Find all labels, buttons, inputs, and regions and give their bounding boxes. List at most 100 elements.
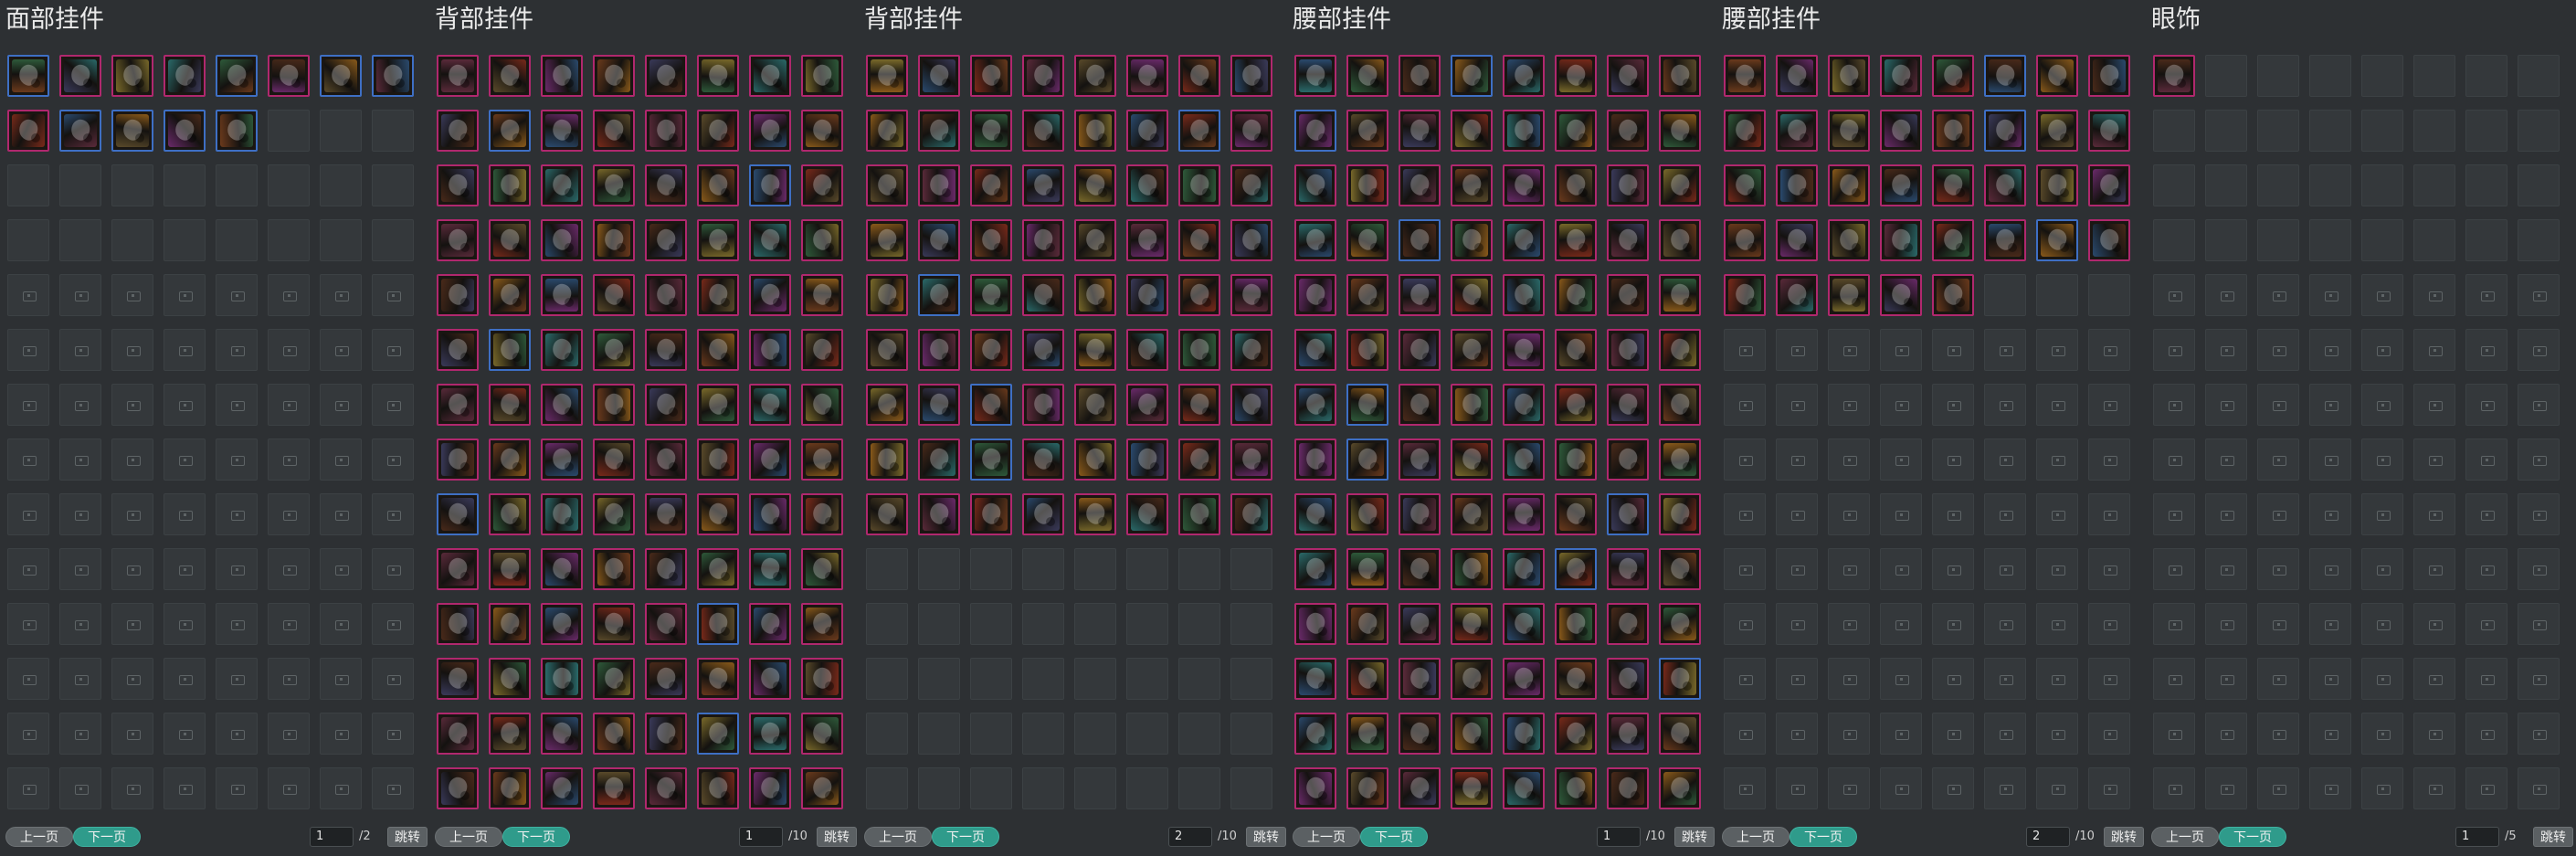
- pendant-item-slot[interactable]: [1451, 55, 1493, 97]
- page-number-input[interactable]: 2: [1168, 827, 1212, 847]
- pendant-item-slot[interactable]: [489, 493, 531, 535]
- pendant-item-slot[interactable]: [1776, 219, 1818, 261]
- pendant-item-slot[interactable]: [437, 164, 479, 206]
- pendant-item-slot[interactable]: [437, 603, 479, 645]
- pendant-item-slot[interactable]: [1607, 658, 1649, 700]
- pendant-item-slot[interactable]: [489, 767, 531, 809]
- pendant-item-slot[interactable]: [1178, 439, 1220, 481]
- pendant-item-slot[interactable]: [749, 439, 791, 481]
- page-number-input[interactable]: 1: [739, 827, 783, 847]
- pendant-item-slot[interactable]: [593, 767, 635, 809]
- pendant-item-slot[interactable]: [2088, 164, 2130, 206]
- pendant-item-slot[interactable]: [801, 55, 843, 97]
- pendant-item-slot[interactable]: [1932, 110, 1974, 152]
- pendant-item-slot[interactable]: [697, 493, 739, 535]
- pendant-item-slot[interactable]: [593, 439, 635, 481]
- pendant-item-slot[interactable]: [1555, 493, 1597, 535]
- pendant-item-slot[interactable]: [749, 658, 791, 700]
- pendant-item-slot[interactable]: [1776, 164, 1818, 206]
- pendant-item-slot[interactable]: [489, 439, 531, 481]
- pendant-item-slot[interactable]: [1503, 713, 1545, 755]
- pendant-item-slot[interactable]: [593, 164, 635, 206]
- pendant-item-slot[interactable]: [918, 384, 960, 426]
- empty-slot[interactable]: [111, 219, 153, 261]
- pendant-item-slot[interactable]: [697, 603, 739, 645]
- pendant-item-slot[interactable]: [970, 493, 1012, 535]
- pendant-item-slot[interactable]: [1294, 439, 1336, 481]
- prev-page-button[interactable]: 上一页: [1722, 827, 1789, 847]
- pendant-item-slot[interactable]: [1555, 767, 1597, 809]
- jump-button[interactable]: 跳转: [1674, 827, 1715, 847]
- pendant-item-slot[interactable]: [1126, 164, 1168, 206]
- pendant-item-slot[interactable]: [1555, 658, 1597, 700]
- pendant-item-slot[interactable]: [645, 329, 687, 371]
- pendant-item-slot[interactable]: [593, 329, 635, 371]
- next-page-button[interactable]: 下一页: [2219, 827, 2286, 847]
- empty-slot[interactable]: [164, 219, 206, 261]
- empty-slot[interactable]: [1126, 603, 1168, 645]
- pendant-item-slot[interactable]: [697, 110, 739, 152]
- pendant-item-slot[interactable]: [749, 219, 791, 261]
- pendant-item-slot[interactable]: [1828, 219, 1870, 261]
- pendant-item-slot[interactable]: [749, 603, 791, 645]
- pendant-item-slot[interactable]: [1503, 274, 1545, 316]
- empty-slot[interactable]: [216, 164, 258, 206]
- empty-slot[interactable]: [1178, 658, 1220, 700]
- pendant-item-slot[interactable]: [437, 439, 479, 481]
- pendant-item-slot[interactable]: [697, 219, 739, 261]
- empty-slot[interactable]: [1074, 767, 1116, 809]
- pendant-item-slot[interactable]: [1451, 713, 1493, 755]
- pendant-item-slot[interactable]: [489, 55, 531, 97]
- pendant-item-slot[interactable]: [1607, 713, 1649, 755]
- empty-slot[interactable]: [918, 658, 960, 700]
- pendant-item-slot[interactable]: [1451, 548, 1493, 590]
- empty-slot[interactable]: [1022, 767, 1064, 809]
- pendant-item-slot[interactable]: [1984, 110, 2026, 152]
- pendant-item-slot[interactable]: [541, 713, 583, 755]
- pendant-item-slot[interactable]: [1399, 767, 1441, 809]
- pendant-item-slot[interactable]: [1659, 713, 1701, 755]
- pendant-item-slot[interactable]: [1294, 384, 1336, 426]
- pendant-item-slot[interactable]: [1451, 439, 1493, 481]
- empty-slot[interactable]: [1022, 713, 1064, 755]
- pendant-item-slot[interactable]: [697, 164, 739, 206]
- pendant-item-slot[interactable]: [749, 384, 791, 426]
- empty-slot[interactable]: [970, 548, 1012, 590]
- empty-slot[interactable]: [918, 767, 960, 809]
- pendant-item-slot[interactable]: [866, 384, 908, 426]
- pendant-item-slot[interactable]: [1503, 767, 1545, 809]
- empty-slot[interactable]: [372, 110, 414, 152]
- pendant-item-slot[interactable]: [1346, 164, 1388, 206]
- pendant-item-slot[interactable]: [1294, 55, 1336, 97]
- empty-slot[interactable]: [372, 219, 414, 261]
- pendant-item-slot[interactable]: [1776, 55, 1818, 97]
- pendant-item-slot[interactable]: [1659, 110, 1701, 152]
- jump-button[interactable]: 跳转: [2533, 827, 2573, 847]
- pendant-item-slot[interactable]: [489, 110, 531, 152]
- pendant-item-slot[interactable]: [593, 713, 635, 755]
- empty-slot[interactable]: [2413, 164, 2455, 206]
- empty-slot[interactable]: [2413, 55, 2455, 97]
- pendant-item-slot[interactable]: [1294, 329, 1336, 371]
- pendant-item-slot[interactable]: [866, 219, 908, 261]
- prev-page-button[interactable]: 上一页: [5, 827, 73, 847]
- pendant-item-slot[interactable]: [801, 603, 843, 645]
- pendant-item-slot[interactable]: [970, 329, 1012, 371]
- pendant-item-slot[interactable]: [1880, 164, 1922, 206]
- empty-slot[interactable]: [2518, 55, 2560, 97]
- pendant-item-slot[interactable]: [1724, 110, 1766, 152]
- empty-slot[interactable]: [866, 658, 908, 700]
- pendant-item-slot[interactable]: [1126, 110, 1168, 152]
- empty-slot[interactable]: [1178, 548, 1220, 590]
- pendant-item-slot[interactable]: [1346, 329, 1388, 371]
- pendant-item-slot[interactable]: [1503, 493, 1545, 535]
- empty-slot[interactable]: [2465, 219, 2507, 261]
- pendant-item-slot[interactable]: [2036, 110, 2078, 152]
- pendant-item-slot[interactable]: [697, 274, 739, 316]
- pendant-item-slot[interactable]: [1074, 439, 1116, 481]
- empty-slot[interactable]: [320, 164, 362, 206]
- empty-slot[interactable]: [1126, 548, 1168, 590]
- pendant-item-slot[interactable]: [1126, 219, 1168, 261]
- pendant-item-slot[interactable]: [437, 493, 479, 535]
- pendant-item-slot[interactable]: [1022, 274, 1064, 316]
